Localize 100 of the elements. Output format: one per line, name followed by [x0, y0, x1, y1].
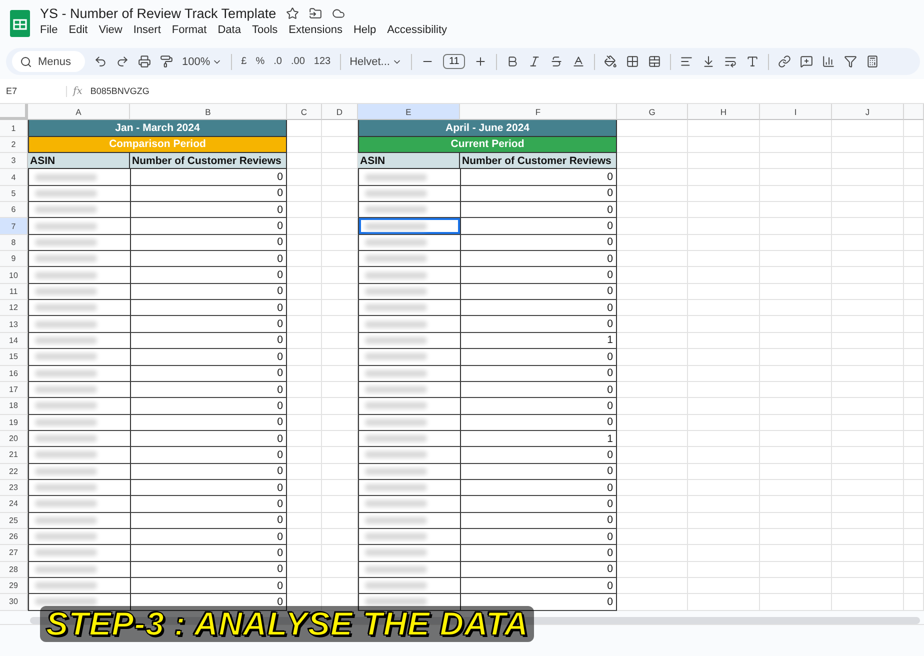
redacted-cell[interactable]	[28, 332, 130, 350]
empty-cell[interactable]	[760, 366, 832, 382]
column-letter[interactable]: J	[832, 104, 904, 120]
empty-cell[interactable]	[904, 202, 924, 218]
empty-cell[interactable]	[688, 186, 760, 202]
filter-icon[interactable]	[844, 55, 858, 68]
row-number[interactable]: 9	[0, 251, 28, 268]
redacted-cell[interactable]	[28, 447, 130, 464]
menu-item[interactable]: Help	[353, 24, 376, 36]
align-icon[interactable]	[680, 55, 694, 68]
print-icon[interactable]	[138, 55, 152, 68]
empty-cell[interactable]	[760, 398, 832, 415]
select-all-corner[interactable]	[0, 104, 28, 120]
menu-item[interactable]: Extensions	[288, 24, 342, 36]
redacted-cell[interactable]	[28, 186, 130, 202]
empty-cell[interactable]	[832, 251, 904, 268]
vertical-align-icon[interactable]	[702, 55, 716, 68]
empty-cell[interactable]	[904, 366, 924, 382]
empty-cell[interactable]	[904, 267, 924, 284]
empty-cell[interactable]	[904, 594, 924, 611]
redacted-cell[interactable]	[358, 430, 460, 448]
menu-item[interactable]: Insert	[133, 24, 161, 36]
redacted-cell[interactable]	[28, 528, 130, 546]
redacted-cell[interactable]	[358, 398, 460, 415]
redacted-cell[interactable]	[358, 496, 460, 513]
strikethrough-icon[interactable]	[550, 55, 564, 68]
redacted-cell[interactable]	[28, 382, 130, 398]
redacted-cell[interactable]	[28, 398, 130, 415]
empty-cell[interactable]	[832, 366, 904, 382]
empty-cell[interactable]	[760, 562, 832, 578]
redacted-cell[interactable]	[28, 545, 130, 562]
redacted-cell[interactable]	[358, 169, 460, 186]
redacted-cell[interactable]	[358, 594, 460, 611]
menu-item[interactable]: Accessibility	[387, 24, 447, 36]
redacted-cell[interactable]	[358, 202, 460, 218]
empty-cell[interactable]	[904, 512, 924, 529]
empty-cell[interactable]	[688, 366, 760, 382]
empty-cell[interactable]	[760, 153, 832, 170]
empty-cell[interactable]	[832, 545, 904, 562]
row-number[interactable]: 30	[0, 594, 28, 611]
redo-icon[interactable]	[116, 55, 130, 68]
bold-icon[interactable]	[506, 55, 520, 68]
empty-cell[interactable]	[688, 316, 760, 333]
folder-icon[interactable]	[309, 7, 322, 20]
empty-cell[interactable]	[760, 382, 832, 398]
redacted-cell[interactable]	[28, 218, 130, 235]
row-number[interactable]: 8	[0, 234, 28, 252]
empty-cell[interactable]	[760, 169, 832, 186]
functions-icon[interactable]	[866, 55, 880, 68]
empty-cell[interactable]	[904, 496, 924, 513]
redacted-cell[interactable]	[28, 234, 130, 252]
empty-cell[interactable]	[688, 136, 760, 154]
redacted-cell[interactable]	[28, 414, 130, 431]
empty-cell[interactable]	[760, 120, 832, 137]
redacted-cell[interactable]	[28, 512, 130, 529]
empty-cell[interactable]	[904, 234, 924, 252]
row-number[interactable]: 29	[0, 578, 28, 594]
italic-icon[interactable]	[528, 55, 542, 68]
redacted-cell[interactable]	[358, 480, 460, 496]
row-number[interactable]: 24	[0, 496, 28, 513]
empty-cell[interactable]	[688, 480, 760, 496]
row-number[interactable]: 20	[0, 430, 28, 448]
empty-cell[interactable]	[832, 578, 904, 594]
empty-cell[interactable]	[832, 512, 904, 529]
row-number[interactable]: 12	[0, 300, 28, 316]
cloud-icon[interactable]	[332, 7, 346, 20]
merge-cells-icon[interactable]	[648, 55, 662, 68]
row-number[interactable]: 22	[0, 464, 28, 480]
empty-cell[interactable]	[688, 447, 760, 464]
column-letter[interactable]: H	[688, 104, 760, 120]
empty-cell[interactable]	[688, 153, 760, 170]
empty-cell[interactable]	[760, 284, 832, 300]
redacted-cell[interactable]	[358, 316, 460, 333]
empty-cell[interactable]	[688, 382, 760, 398]
row-number[interactable]: 11	[0, 284, 28, 300]
empty-cell[interactable]	[904, 430, 924, 448]
empty-cell[interactable]	[832, 136, 904, 154]
redacted-cell[interactable]	[28, 578, 130, 594]
empty-cell[interactable]	[904, 464, 924, 480]
redacted-cell[interactable]	[358, 464, 460, 480]
row-number[interactable]: 18	[0, 398, 28, 415]
menu-item[interactable]: File	[40, 24, 58, 36]
empty-cell[interactable]	[688, 528, 760, 546]
empty-cell[interactable]	[688, 512, 760, 529]
row-number[interactable]: 6	[0, 202, 28, 218]
link-icon[interactable]	[778, 55, 792, 68]
empty-cell[interactable]	[688, 284, 760, 300]
empty-cell[interactable]	[832, 186, 904, 202]
redacted-cell[interactable]	[28, 284, 130, 300]
redacted-cell[interactable]	[358, 545, 460, 562]
empty-cell[interactable]	[832, 349, 904, 366]
borders-icon[interactable]	[626, 55, 640, 68]
empty-cell[interactable]	[760, 480, 832, 496]
increase-decimal-button[interactable]: .00	[290, 56, 305, 67]
empty-cell[interactable]	[760, 349, 832, 366]
column-letter[interactable]: I	[760, 104, 832, 120]
column-letter[interactable]: F	[460, 104, 617, 120]
redacted-cell[interactable]	[28, 267, 130, 284]
empty-cell[interactable]	[832, 218, 904, 235]
empty-cell[interactable]	[904, 284, 924, 300]
